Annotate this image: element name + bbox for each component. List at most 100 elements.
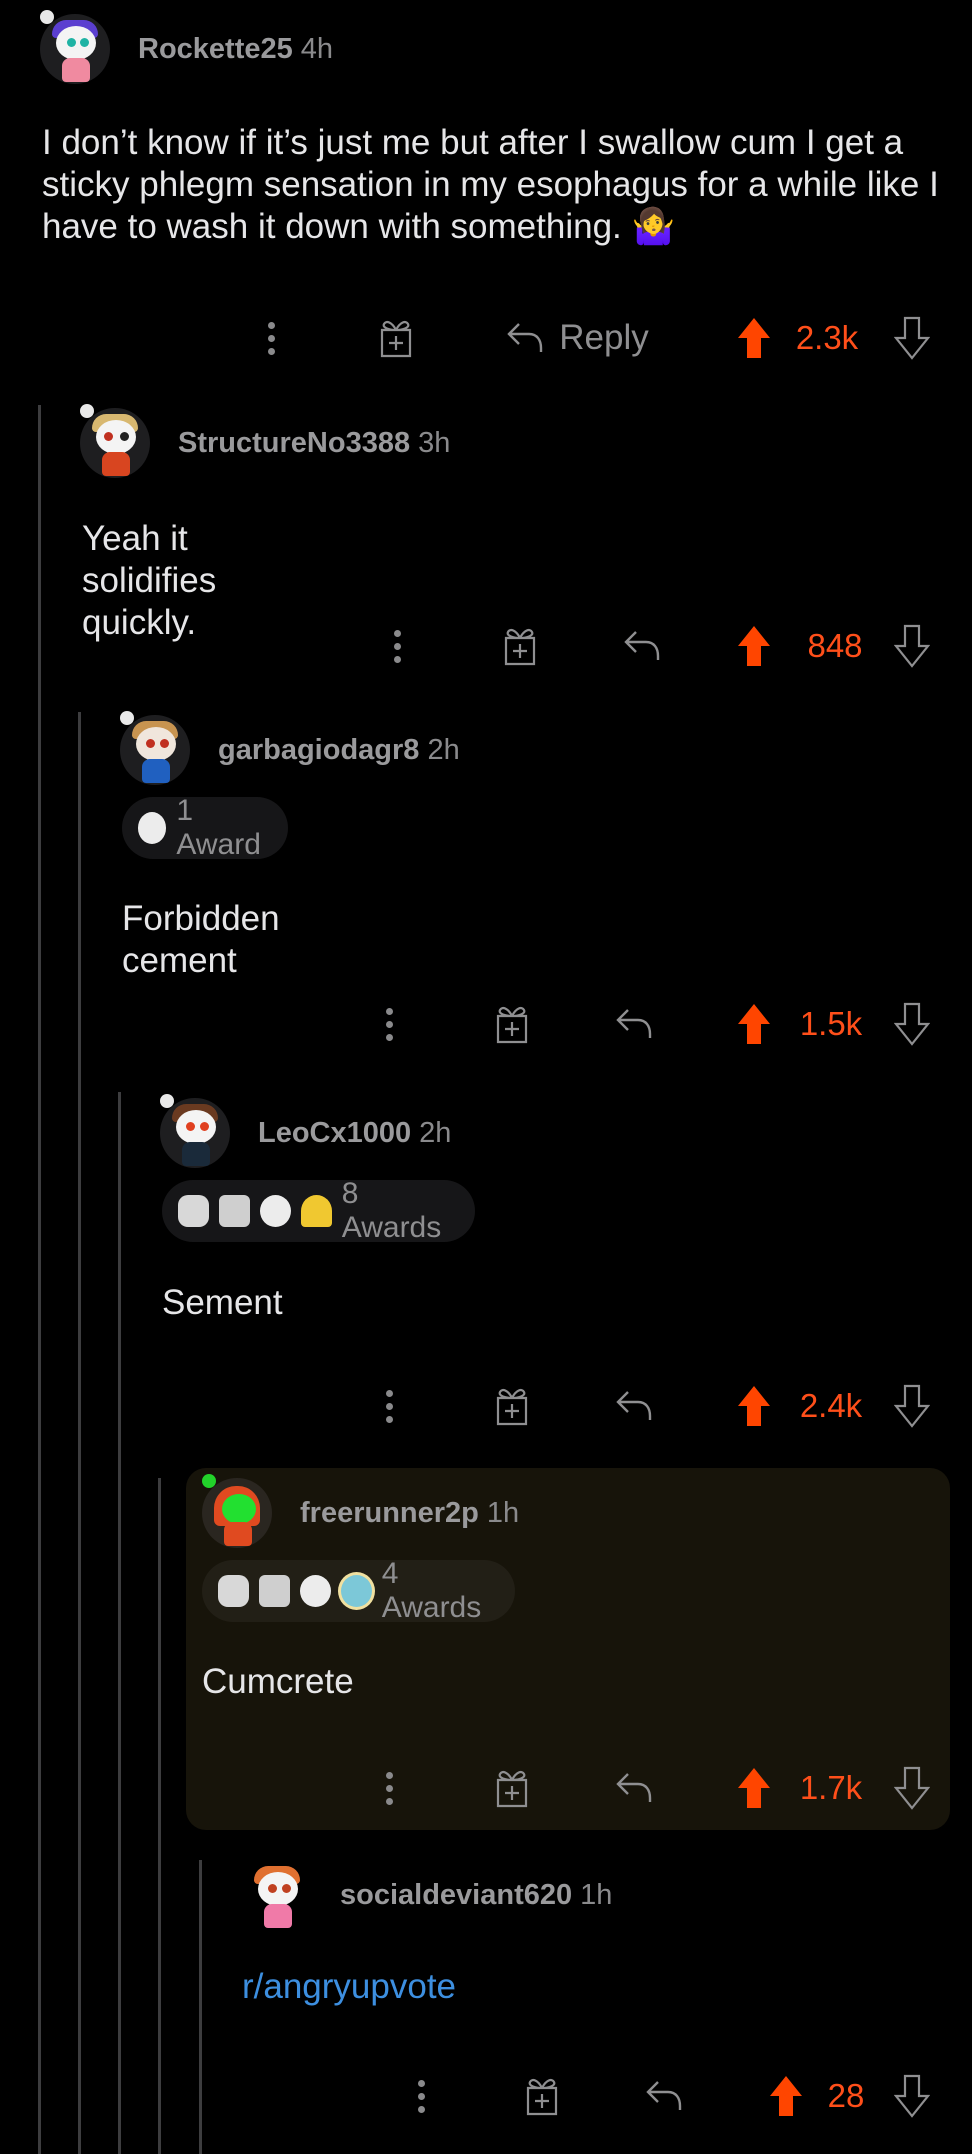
score-text: 28 bbox=[827, 2077, 865, 2114]
comment-age: 3h bbox=[418, 426, 451, 459]
vote-score: 848 bbox=[790, 616, 880, 676]
give-award-button[interactable] bbox=[374, 308, 418, 368]
avatar-body bbox=[102, 452, 130, 476]
reply-button[interactable] bbox=[642, 2066, 686, 2126]
comment-header: socialdeviant620 1h bbox=[242, 1860, 612, 1930]
username[interactable]: freerunner2p bbox=[300, 1497, 479, 1530]
downvote-button[interactable] bbox=[892, 616, 932, 676]
vote-score: 2.4k bbox=[786, 1376, 876, 1436]
give-award-button[interactable] bbox=[520, 2066, 564, 2126]
avatar-eye bbox=[146, 739, 155, 748]
username[interactable]: LeoCx1000 bbox=[258, 1117, 411, 1150]
more-options-button[interactable] bbox=[388, 616, 408, 676]
score-text: 848 bbox=[807, 627, 863, 664]
seal-award-icon bbox=[138, 812, 167, 844]
more-options-button[interactable] bbox=[262, 308, 282, 368]
shiny-seal-award-icon bbox=[340, 1575, 372, 1607]
downvote-button[interactable] bbox=[892, 994, 932, 1054]
upvote-button[interactable] bbox=[734, 994, 774, 1054]
reply-button[interactable]: Reply bbox=[497, 308, 657, 368]
reply-arrow-icon bbox=[616, 1391, 652, 1420]
more-vertical-icon bbox=[386, 1007, 394, 1041]
downvote-arrow-icon bbox=[894, 1002, 930, 1046]
awards-count: 1 Award bbox=[176, 794, 261, 861]
reply-button[interactable] bbox=[612, 1376, 656, 1436]
reply-button[interactable] bbox=[612, 1758, 656, 1818]
upvote-button[interactable] bbox=[766, 2066, 806, 2126]
user-avatar[interactable] bbox=[120, 711, 190, 785]
username[interactable]: socialdeviant620 bbox=[340, 1879, 572, 1912]
avatar-eyepatch bbox=[120, 432, 129, 441]
more-vertical-icon bbox=[418, 2079, 426, 2113]
awards-pill[interactable]: 8 Awards bbox=[162, 1177, 476, 1244]
comment-age: 2h bbox=[419, 1116, 452, 1149]
upvote-button[interactable] bbox=[734, 616, 774, 676]
avatar-head bbox=[258, 1872, 298, 1906]
comment-header: freerunner2p 1h bbox=[202, 1474, 519, 1548]
avatar-head bbox=[56, 26, 96, 60]
comment-age: 1h bbox=[580, 1878, 613, 1911]
avatar-eye bbox=[200, 1122, 209, 1131]
vote-score: 1.5k bbox=[786, 994, 876, 1054]
gift-award-icon bbox=[496, 1770, 528, 1808]
username[interactable]: StructureNo3388 bbox=[178, 427, 410, 460]
score-text: 2.4k bbox=[799, 1387, 863, 1424]
downvote-button[interactable] bbox=[892, 2066, 932, 2126]
avatar-eye bbox=[268, 1884, 277, 1893]
comment-age: 4h bbox=[300, 32, 334, 65]
user-avatar[interactable] bbox=[242, 1860, 312, 1930]
user-avatar[interactable] bbox=[160, 1094, 230, 1168]
downvote-button[interactable] bbox=[892, 308, 932, 368]
user-avatar[interactable] bbox=[80, 404, 150, 478]
upvote-button[interactable] bbox=[734, 308, 774, 368]
comment-header: LeoCx1000 2h bbox=[160, 1094, 452, 1168]
more-options-button[interactable] bbox=[380, 1376, 400, 1436]
username[interactable]: Rockette25 bbox=[138, 33, 293, 66]
downvote-button[interactable] bbox=[892, 1758, 932, 1818]
more-vertical-icon bbox=[268, 321, 276, 355]
avatar-body bbox=[182, 1142, 210, 1166]
avatar-antenna-icon bbox=[40, 10, 54, 24]
reply-button[interactable] bbox=[620, 616, 664, 676]
vote-score: 1.7k bbox=[786, 1758, 876, 1818]
avatar-antenna-icon bbox=[160, 1094, 174, 1108]
avatar-antenna-icon bbox=[202, 1474, 216, 1488]
reply-arrow-icon bbox=[616, 1773, 652, 1802]
upvote-arrow-icon bbox=[738, 1004, 770, 1044]
upvote-arrow-icon bbox=[770, 2076, 802, 2116]
username[interactable]: garbagiodagr8 bbox=[218, 734, 419, 767]
gift-award-icon bbox=[496, 1006, 528, 1044]
give-award-button[interactable] bbox=[490, 994, 534, 1054]
give-award-button[interactable] bbox=[490, 1376, 534, 1436]
subreddit-link[interactable]: r/angryupvote bbox=[242, 1966, 456, 2008]
avatar-antenna-icon bbox=[80, 404, 94, 418]
avatar-head bbox=[222, 1494, 256, 1524]
upvote-button[interactable] bbox=[734, 1376, 774, 1436]
user-avatar[interactable] bbox=[202, 1474, 272, 1548]
gift-award-icon bbox=[380, 320, 412, 358]
give-award-button[interactable] bbox=[490, 1758, 534, 1818]
user-avatar[interactable] bbox=[40, 10, 110, 84]
comment-actions: 1.5k bbox=[0, 994, 972, 1054]
comment-actions: 848 bbox=[0, 616, 972, 676]
reply-arrow-icon bbox=[507, 323, 543, 352]
downvote-arrow-icon bbox=[894, 2074, 930, 2118]
downvote-button[interactable] bbox=[892, 1376, 932, 1436]
give-award-button[interactable] bbox=[498, 616, 542, 676]
reply-button[interactable] bbox=[612, 994, 656, 1054]
seal-award-icon bbox=[259, 1195, 291, 1227]
thread-line-depth-3[interactable] bbox=[118, 1092, 121, 2154]
more-options-button[interactable] bbox=[380, 994, 400, 1054]
comment-header: Rockette25 4h bbox=[40, 10, 334, 84]
reply-arrow-icon bbox=[646, 2081, 682, 2110]
comment-actions: Reply 2.3k bbox=[0, 308, 972, 368]
avatar-antenna-icon bbox=[120, 711, 134, 725]
awards-pill[interactable]: 1 Award bbox=[122, 794, 289, 861]
upvote-button[interactable] bbox=[734, 1758, 774, 1818]
awards-pill[interactable]: 4 Awards bbox=[202, 1557, 516, 1624]
awards-count: 8 Awards bbox=[341, 1177, 442, 1244]
avatar-eye bbox=[160, 739, 169, 748]
more-options-button[interactable] bbox=[412, 2066, 432, 2126]
score-text: 1.5k bbox=[799, 1005, 863, 1042]
more-options-button[interactable] bbox=[380, 1758, 400, 1818]
